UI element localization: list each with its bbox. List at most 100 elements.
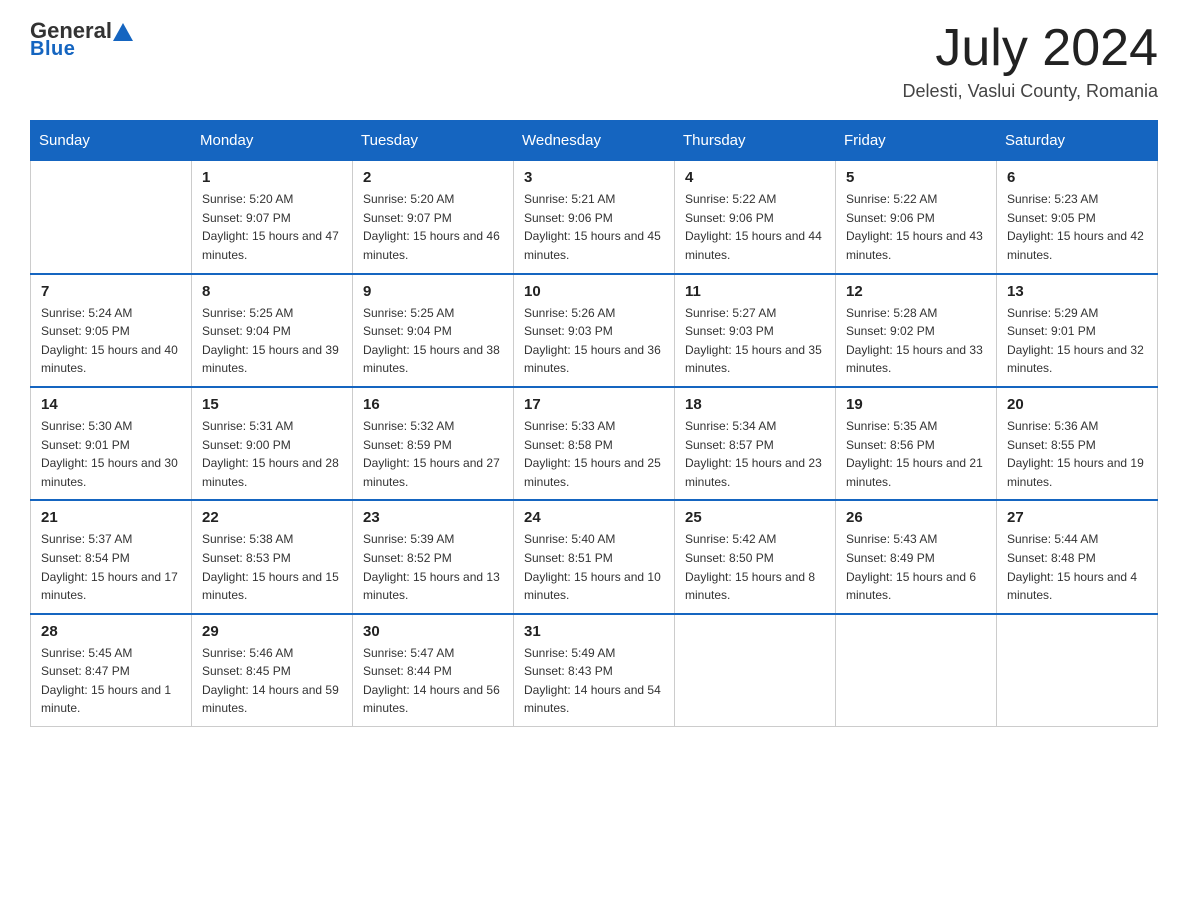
day-number: 6: [1007, 169, 1147, 186]
day-number: 29: [202, 623, 342, 640]
day-info: Sunrise: 5:26 AMSunset: 9:03 PMDaylight:…: [524, 304, 664, 378]
calendar-week-row: 1Sunrise: 5:20 AMSunset: 9:07 PMDaylight…: [31, 160, 1158, 273]
calendar-empty-cell: [31, 160, 192, 273]
calendar-week-row: 14Sunrise: 5:30 AMSunset: 9:01 PMDayligh…: [31, 387, 1158, 500]
calendar-day-14: 14Sunrise: 5:30 AMSunset: 9:01 PMDayligh…: [31, 387, 192, 500]
calendar-day-20: 20Sunrise: 5:36 AMSunset: 8:55 PMDayligh…: [997, 387, 1158, 500]
day-info: Sunrise: 5:46 AMSunset: 8:45 PMDaylight:…: [202, 644, 342, 718]
header-friday: Friday: [836, 121, 997, 160]
calendar-day-27: 27 Sunrise: 5:44 AMSunset: 8:48 PMDayligh…: [997, 500, 1158, 613]
calendar-day-5: 5 Sunrise: 5:22 AMSunset: 9:06 PMDaylight…: [836, 160, 997, 273]
calendar-week-row: 28 Sunrise: 5:45 AMSunset: 8:47 PMDayligh…: [31, 614, 1158, 727]
day-number: 31: [524, 623, 664, 640]
day-info: Sunrise: 5:20 AMSunset: 9:07 PMDaylight:…: [202, 190, 342, 264]
day-number: 30: [363, 623, 503, 640]
day-number: 4: [685, 169, 825, 186]
title-area: July 2024 Delesti, Vaslui County, Romani…: [903, 20, 1158, 102]
calendar-day-1: 1Sunrise: 5:20 AMSunset: 9:07 PMDaylight…: [192, 160, 353, 273]
day-number: 27: [1007, 509, 1147, 526]
month-title: July 2024: [903, 20, 1158, 77]
header-sunday: Sunday: [31, 121, 192, 160]
day-info: Sunrise: 5:42 AMSunset: 8:50 PMDaylight:…: [685, 530, 825, 604]
day-number: 18: [685, 396, 825, 413]
day-info: Sunrise: 5:33 AMSunset: 8:58 PMDaylight:…: [524, 417, 664, 491]
day-info: Sunrise: 5:21 AMSunset: 9:06 PMDaylight:…: [524, 190, 664, 264]
day-number: 13: [1007, 283, 1147, 300]
header-monday: Monday: [192, 121, 353, 160]
day-info: Sunrise: 5:22 AMSunset: 9:06 PMDaylight:…: [846, 190, 986, 264]
day-number: 9: [363, 283, 503, 300]
logo: General Blue: [30, 20, 135, 61]
calendar-empty-cell: [836, 614, 997, 727]
calendar-day-26: 26 Sunrise: 5:43 AMSunset: 8:49 PMDayligh…: [836, 500, 997, 613]
day-number: 5: [846, 169, 986, 186]
header-wednesday: Wednesday: [514, 121, 675, 160]
day-info: Sunrise: 5:43 AMSunset: 8:49 PMDaylight:…: [846, 530, 986, 604]
calendar-week-row: 21Sunrise: 5:37 AMSunset: 8:54 PMDayligh…: [31, 500, 1158, 613]
day-info: Sunrise: 5:24 AMSunset: 9:05 PMDaylight:…: [41, 304, 181, 378]
calendar-day-25: 25 Sunrise: 5:42 AMSunset: 8:50 PMDayligh…: [675, 500, 836, 613]
day-info: Sunrise: 5:29 AMSunset: 9:01 PMDaylight:…: [1007, 304, 1147, 378]
calendar-day-19: 19 Sunrise: 5:35 AMSunset: 8:56 PMDayligh…: [836, 387, 997, 500]
day-info: Sunrise: 5:45 AMSunset: 8:47 PMDaylight:…: [41, 644, 181, 718]
day-info: Sunrise: 5:40 AMSunset: 8:51 PMDaylight:…: [524, 530, 664, 604]
day-number: 17: [524, 396, 664, 413]
calendar-day-15: 15Sunrise: 5:31 AMSunset: 9:00 PMDayligh…: [192, 387, 353, 500]
day-number: 25: [685, 509, 825, 526]
calendar-day-30: 30 Sunrise: 5:47 AMSunset: 8:44 PMDayligh…: [353, 614, 514, 727]
day-number: 22: [202, 509, 342, 526]
day-number: 16: [363, 396, 503, 413]
calendar-day-16: 16 Sunrise: 5:32 AMSunset: 8:59 PMDayligh…: [353, 387, 514, 500]
calendar-day-12: 12 Sunrise: 5:28 AMSunset: 9:02 PMDayligh…: [836, 274, 997, 387]
calendar-day-8: 8 Sunrise: 5:25 AMSunset: 9:04 PMDaylight…: [192, 274, 353, 387]
day-info: Sunrise: 5:20 AMSunset: 9:07 PMDaylight:…: [363, 190, 503, 264]
day-number: 2: [363, 169, 503, 186]
day-info: Sunrise: 5:25 AMSunset: 9:04 PMDaylight:…: [202, 304, 342, 378]
calendar-day-6: 6 Sunrise: 5:23 AMSunset: 9:05 PMDaylight…: [997, 160, 1158, 273]
day-number: 20: [1007, 396, 1147, 413]
calendar-week-row: 7Sunrise: 5:24 AMSunset: 9:05 PMDaylight…: [31, 274, 1158, 387]
calendar-day-18: 18Sunrise: 5:34 AMSunset: 8:57 PMDayligh…: [675, 387, 836, 500]
day-number: 24: [524, 509, 664, 526]
calendar-empty-cell: [675, 614, 836, 727]
calendar-day-29: 29 Sunrise: 5:46 AMSunset: 8:45 PMDayligh…: [192, 614, 353, 727]
calendar-day-13: 13 Sunrise: 5:29 AMSunset: 9:01 PMDayligh…: [997, 274, 1158, 387]
day-info: Sunrise: 5:25 AMSunset: 9:04 PMDaylight:…: [363, 304, 503, 378]
day-info: Sunrise: 5:35 AMSunset: 8:56 PMDaylight:…: [846, 417, 986, 491]
calendar-day-11: 11 Sunrise: 5:27 AMSunset: 9:03 PMDayligh…: [675, 274, 836, 387]
calendar-day-28: 28 Sunrise: 5:45 AMSunset: 8:47 PMDayligh…: [31, 614, 192, 727]
day-info: Sunrise: 5:27 AMSunset: 9:03 PMDaylight:…: [685, 304, 825, 378]
day-number: 26: [846, 509, 986, 526]
calendar-day-3: 3Sunrise: 5:21 AMSunset: 9:06 PMDaylight…: [514, 160, 675, 273]
header-thursday: Thursday: [675, 121, 836, 160]
calendar-table: SundayMondayTuesdayWednesdayThursdayFrid…: [30, 120, 1158, 727]
day-info: Sunrise: 5:32 AMSunset: 8:59 PMDaylight:…: [363, 417, 503, 491]
calendar-day-9: 9 Sunrise: 5:25 AMSunset: 9:04 PMDaylight…: [353, 274, 514, 387]
calendar-day-17: 17 Sunrise: 5:33 AMSunset: 8:58 PMDayligh…: [514, 387, 675, 500]
day-info: Sunrise: 5:31 AMSunset: 9:00 PMDaylight:…: [202, 417, 342, 491]
header-tuesday: Tuesday: [353, 121, 514, 160]
day-number: 8: [202, 283, 342, 300]
location-title: Delesti, Vaslui County, Romania: [903, 81, 1158, 102]
day-number: 19: [846, 396, 986, 413]
day-number: 23: [363, 509, 503, 526]
calendar-day-23: 23Sunrise: 5:39 AMSunset: 8:52 PMDayligh…: [353, 500, 514, 613]
day-number: 11: [685, 283, 825, 300]
day-info: Sunrise: 5:30 AMSunset: 9:01 PMDaylight:…: [41, 417, 181, 491]
calendar-day-4: 4 Sunrise: 5:22 AMSunset: 9:06 PMDaylight…: [675, 160, 836, 273]
day-info: Sunrise: 5:23 AMSunset: 9:05 PMDaylight:…: [1007, 190, 1147, 264]
day-info: Sunrise: 5:44 AMSunset: 8:48 PMDaylight:…: [1007, 530, 1147, 604]
calendar-day-24: 24 Sunrise: 5:40 AMSunset: 8:51 PMDayligh…: [514, 500, 675, 613]
day-info: Sunrise: 5:28 AMSunset: 9:02 PMDaylight:…: [846, 304, 986, 378]
calendar-day-7: 7Sunrise: 5:24 AMSunset: 9:05 PMDaylight…: [31, 274, 192, 387]
calendar-day-31: 31 Sunrise: 5:49 AMSunset: 8:43 PMDayligh…: [514, 614, 675, 727]
calendar-empty-cell: [997, 614, 1158, 727]
header-saturday: Saturday: [997, 121, 1158, 160]
logo-blue-text: Blue: [30, 38, 75, 61]
day-info: Sunrise: 5:22 AMSunset: 9:06 PMDaylight:…: [685, 190, 825, 264]
day-info: Sunrise: 5:47 AMSunset: 8:44 PMDaylight:…: [363, 644, 503, 718]
day-number: 12: [846, 283, 986, 300]
day-info: Sunrise: 5:49 AMSunset: 8:43 PMDaylight:…: [524, 644, 664, 718]
day-number: 28: [41, 623, 181, 640]
day-info: Sunrise: 5:37 AMSunset: 8:54 PMDaylight:…: [41, 530, 181, 604]
